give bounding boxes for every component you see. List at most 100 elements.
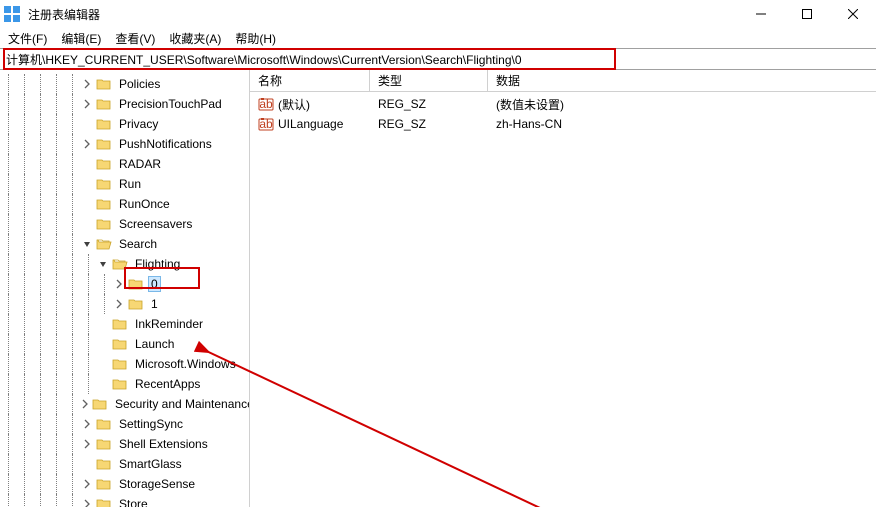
tree-item-label: SettingSync: [116, 416, 186, 432]
tree-item[interactable]: Screensavers: [0, 214, 249, 234]
menu-edit[interactable]: 编辑(E): [61, 30, 101, 47]
tree-item-label: 1: [148, 296, 161, 312]
folder-icon: [96, 237, 112, 251]
address-path: 计算机\HKEY_CURRENT_USER\Software\Microsoft…: [6, 51, 522, 68]
folder-icon: [128, 297, 144, 311]
tree-item[interactable]: Launch: [0, 334, 249, 354]
tree-item[interactable]: Policies: [0, 74, 249, 94]
expander-icon[interactable]: [80, 77, 94, 91]
folder-icon: [92, 397, 108, 411]
tree-item-label: Policies: [116, 76, 163, 92]
tree-item-label: RADAR: [116, 156, 164, 172]
tree-item[interactable]: PushNotifications: [0, 134, 249, 154]
value-name: (默认): [278, 96, 378, 113]
folder-icon: [96, 77, 112, 91]
folder-icon: [96, 157, 112, 171]
expander-icon[interactable]: [80, 397, 90, 411]
menu-view[interactable]: 查看(V): [115, 30, 155, 47]
folder-icon: [96, 197, 112, 211]
folder-icon: [96, 477, 112, 491]
menu-file[interactable]: 文件(F): [8, 30, 47, 47]
tree-item[interactable]: RADAR: [0, 154, 249, 174]
tree-item-label: PushNotifications: [116, 136, 215, 152]
folder-icon: [96, 457, 112, 471]
value-type: REG_SZ: [378, 117, 496, 131]
tree-item[interactable]: Store: [0, 494, 249, 507]
tree-item-label: StorageSense: [116, 476, 198, 492]
folder-icon: [96, 437, 112, 451]
tree-item-label: RecentApps: [132, 376, 203, 392]
tree-item-label: SmartGlass: [116, 456, 185, 472]
tree-item[interactable]: PrecisionTouchPad: [0, 94, 249, 114]
expander-icon[interactable]: [80, 237, 94, 251]
expander-icon[interactable]: [80, 437, 94, 451]
tree-item-label: Microsoft.Windows: [132, 356, 239, 372]
menu-help[interactable]: 帮助(H): [235, 30, 276, 47]
tree-item[interactable]: Security and Maintenance: [0, 394, 249, 414]
values-panel[interactable]: 名称 类型 数据 ab(默认)REG_SZ(数值未设置)abUILanguage…: [250, 70, 876, 507]
value-type: REG_SZ: [378, 97, 496, 111]
folder-icon: [96, 177, 112, 191]
folder-icon: [96, 417, 112, 431]
menubar: 文件(F) 编辑(E) 查看(V) 收藏夹(A) 帮助(H): [0, 28, 876, 48]
tree-item[interactable]: SmartGlass: [0, 454, 249, 474]
folder-icon: [96, 137, 112, 151]
folder-icon: [112, 337, 128, 351]
tree-item-label: Security and Maintenance: [112, 396, 250, 412]
folder-icon: [96, 497, 112, 507]
column-name[interactable]: 名称: [250, 70, 370, 91]
tree-item-label: Screensavers: [116, 216, 195, 232]
tree-item[interactable]: Microsoft.Windows: [0, 354, 249, 374]
column-data[interactable]: 数据: [488, 70, 876, 91]
string-value-icon: ab: [258, 96, 274, 112]
tree-item[interactable]: SettingSync: [0, 414, 249, 434]
string-value-icon: ab: [258, 116, 274, 132]
folder-icon: [112, 377, 128, 391]
tree-item-label: Run: [116, 176, 144, 192]
maximize-button[interactable]: [784, 0, 830, 28]
tree-item[interactable]: Search: [0, 234, 249, 254]
expander-icon[interactable]: [112, 297, 126, 311]
expander-icon[interactable]: [80, 137, 94, 151]
folder-icon: [128, 277, 144, 291]
tree-item[interactable]: InkReminder: [0, 314, 249, 334]
address-bar[interactable]: 计算机\HKEY_CURRENT_USER\Software\Microsoft…: [0, 48, 876, 70]
titlebar: 注册表编辑器: [0, 0, 876, 28]
tree-item-label: 0: [148, 276, 161, 292]
value-data: zh-Hans-CN: [496, 117, 876, 131]
tree-item[interactable]: StorageSense: [0, 474, 249, 494]
regedit-icon: [4, 6, 20, 22]
expander-icon[interactable]: [80, 417, 94, 431]
list-header[interactable]: 名称 类型 数据: [250, 70, 876, 92]
tree-item[interactable]: Run: [0, 174, 249, 194]
tree-item[interactable]: Shell Extensions: [0, 434, 249, 454]
close-button[interactable]: [830, 0, 876, 28]
minimize-button[interactable]: [738, 0, 784, 28]
folder-icon: [96, 97, 112, 111]
value-row[interactable]: ab UILanguageREG_SZzh-Hans-CN: [250, 114, 876, 134]
folder-icon: [112, 357, 128, 371]
expander-icon[interactable]: [96, 257, 110, 271]
menu-fav[interactable]: 收藏夹(A): [169, 30, 221, 47]
tree-item-label: Flighting: [132, 256, 183, 272]
value-row[interactable]: ab(默认)REG_SZ(数值未设置): [250, 94, 876, 114]
tree-panel[interactable]: Policies PrecisionTouchPadPrivacy PushNoti…: [0, 70, 250, 507]
expander-icon[interactable]: [80, 477, 94, 491]
tree-item[interactable]: RunOnce: [0, 194, 249, 214]
tree-item-label: Shell Extensions: [116, 436, 211, 452]
tree-item[interactable]: Privacy: [0, 114, 249, 134]
column-type[interactable]: 类型: [370, 70, 488, 91]
tree-item[interactable]: Flighting: [0, 254, 249, 274]
tree-item[interactable]: 0: [0, 274, 249, 294]
folder-icon: [112, 317, 128, 331]
tree-item[interactable]: RecentApps: [0, 374, 249, 394]
expander-icon[interactable]: [80, 97, 94, 111]
value-data: (数值未设置): [496, 96, 876, 113]
tree-item-label: InkReminder: [132, 316, 206, 332]
value-name: UILanguage: [278, 117, 378, 131]
folder-icon: [96, 117, 112, 131]
expander-icon[interactable]: [112, 277, 126, 291]
tree-item[interactable]: 1: [0, 294, 249, 314]
expander-icon[interactable]: [80, 497, 94, 507]
tree-item-label: Store: [116, 496, 151, 507]
